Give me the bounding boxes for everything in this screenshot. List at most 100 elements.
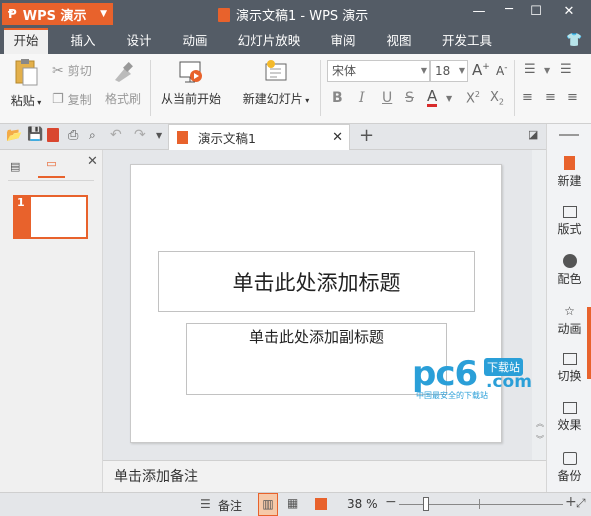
increase-font-button[interactable]: A+ [472, 61, 490, 79]
presentation-file-icon [218, 7, 230, 22]
watermark-domain: .com [486, 372, 532, 392]
scissors-icon: ✂ [52, 62, 64, 79]
zoom-level: 38 % [347, 497, 378, 511]
collapse-panel-icon[interactable]: ◪ [528, 128, 538, 141]
chevron-down-icon: ▼ [420, 66, 427, 75]
subtitle-placeholder[interactable]: 单击此处添加副标题 [186, 323, 447, 395]
decrease-font-button[interactable]: A- [496, 63, 507, 78]
prev-slide-icon[interactable]: ︽ [536, 418, 544, 429]
notes-toggle-label[interactable]: 备注 [218, 497, 242, 514]
font-color-button[interactable]: A [427, 88, 438, 107]
bold-button[interactable]: B [332, 90, 343, 106]
zoom-in-icon[interactable]: + [565, 494, 577, 510]
save-icon[interactable]: 💾 [27, 127, 43, 142]
brush-icon [115, 62, 133, 82]
font-name-select[interactable]: 宋体 ▼ [327, 60, 430, 82]
document-tab[interactable]: 演示文稿1 ✕ [168, 124, 350, 150]
slides-view-icon[interactable]: ▭ [38, 157, 65, 178]
task-backup[interactable]: 备份 [547, 452, 591, 484]
notes-toggle-icon[interactable]: ☰ [200, 497, 211, 511]
numbered-list-icon[interactable]: ☰ [560, 62, 572, 77]
print-preview-icon[interactable]: ⌕ [89, 128, 96, 143]
tab-view[interactable]: 视图 [376, 28, 422, 54]
status-bar: ☰ 备注 ▥ ▦ 38 % − + ⤢ [0, 492, 591, 516]
transition-icon [562, 353, 577, 365]
font-name-value: 宋体 [332, 64, 357, 78]
align-center-icon[interactable]: ≡ [545, 90, 556, 105]
from-current-slide-button[interactable]: 从当前开始 [158, 60, 224, 107]
slide-thumbnail-panel: ▤ ▭ ✕ 1 [0, 150, 103, 492]
task-color-scheme[interactable]: 配色 [547, 254, 591, 287]
bullet-list-icon[interactable]: ☰ [524, 62, 536, 77]
chevron-down-icon[interactable]: ▼ [544, 66, 550, 75]
align-right-icon[interactable]: ≡ [567, 90, 578, 105]
notes-area[interactable]: 单击添加备注 [103, 460, 546, 492]
close-button[interactable]: ✕ [556, 4, 582, 19]
wps-logo-icon: Ᵽ [8, 7, 17, 21]
format-painter-button[interactable]: 格式刷 [102, 60, 144, 107]
next-slide-icon[interactable]: ︾ [536, 434, 544, 445]
ribbon-divider [514, 60, 515, 116]
normal-view-icon[interactable]: ▥ [258, 493, 278, 516]
underline-button[interactable]: U [382, 90, 392, 106]
align-left-icon[interactable]: ≡ [522, 90, 533, 105]
tab-slideshow[interactable]: 幻灯片放映 [232, 28, 306, 54]
zoom-slider-thumb[interactable] [423, 497, 429, 511]
tab-home[interactable]: 开始 [4, 28, 48, 54]
tab-animation[interactable]: 动画 [172, 28, 218, 54]
new-document-icon [564, 156, 575, 170]
skin-shirt-icon[interactable]: 👕 [566, 33, 582, 48]
copy-icon: ❐ [52, 92, 64, 107]
from-current-label: 从当前开始 [160, 92, 221, 106]
title-placeholder[interactable]: 单击此处添加标题 [158, 251, 475, 312]
export-pdf-icon[interactable] [47, 128, 59, 142]
task-new[interactable]: 新建 [547, 156, 591, 189]
italic-button[interactable]: I [359, 90, 365, 106]
tab-review[interactable]: 审阅 [320, 28, 366, 54]
font-size-select[interactable]: 18 ▼ [430, 60, 468, 82]
new-slide-button[interactable]: 新建幻灯片 ▾ [238, 60, 314, 107]
maximize-button[interactable]: ☐ [523, 4, 549, 19]
superscript-button[interactable]: X2 [466, 90, 480, 106]
layout-icon [562, 206, 577, 218]
cut-label: 剪切 [67, 64, 92, 78]
slideshow-icon[interactable] [315, 498, 327, 510]
minimize-button[interactable]: — [466, 4, 492, 19]
outline-view-icon[interactable]: ▤ [10, 160, 20, 173]
tab-insert[interactable]: 插入 [60, 28, 106, 54]
task-transition[interactable]: 切换 [547, 353, 591, 384]
zoom-out-icon[interactable]: − [385, 494, 397, 510]
fit-window-icon[interactable]: ⤢ [576, 496, 586, 511]
close-panel-icon[interactable]: ✕ [87, 154, 98, 169]
redo-icon[interactable]: ↷ [134, 127, 146, 143]
paste-button[interactable]: 粘贴 ▾ [6, 58, 46, 109]
vertical-scrollbar[interactable]: ︽ ︾ [532, 150, 546, 460]
app-menu-button[interactable]: Ᵽ WPS 演示 ▼ [2, 3, 113, 25]
title-bar: Ᵽ WPS 演示 ▼ 演示文稿1 - WPS 演示 — ─ ☐ ✕ [0, 0, 591, 28]
task-animation[interactable]: ☆ 动画 [547, 304, 591, 337]
print-icon[interactable]: ⎙ [68, 128, 78, 143]
subscript-button[interactable]: X2 [490, 90, 504, 107]
customize-toolbar-icon[interactable]: ▼ [156, 131, 162, 140]
chevron-down-icon[interactable]: ▼ [446, 94, 452, 103]
new-tab-plus-icon[interactable]: + [359, 125, 374, 146]
copy-button[interactable]: ❐ 复制 [52, 91, 92, 108]
tab-developer[interactable]: 开发工具 [436, 28, 498, 54]
task-layout[interactable]: 版式 [547, 206, 591, 237]
effects-icon [562, 402, 577, 414]
slide-sorter-icon[interactable]: ▦ [287, 496, 298, 510]
cut-button[interactable]: ✂ 剪切 [52, 62, 92, 79]
close-tab-icon[interactable]: ✕ [332, 130, 343, 145]
restore-button[interactable]: ─ [496, 2, 522, 17]
tab-design[interactable]: 设计 [116, 28, 162, 54]
open-folder-icon[interactable]: 📂 [6, 128, 22, 143]
undo-icon[interactable]: ↶ [110, 127, 122, 143]
paste-label: 粘贴 [10, 94, 35, 108]
pane-expand-handle[interactable] [587, 307, 591, 379]
pane-grip-icon [559, 134, 579, 136]
presentation-file-icon [177, 131, 188, 144]
document-tab-label: 演示文稿1 [198, 131, 256, 146]
task-layout-label: 版式 [557, 222, 582, 236]
strikethrough-button[interactable]: S [405, 90, 414, 106]
task-effects[interactable]: 效果 [547, 402, 591, 433]
